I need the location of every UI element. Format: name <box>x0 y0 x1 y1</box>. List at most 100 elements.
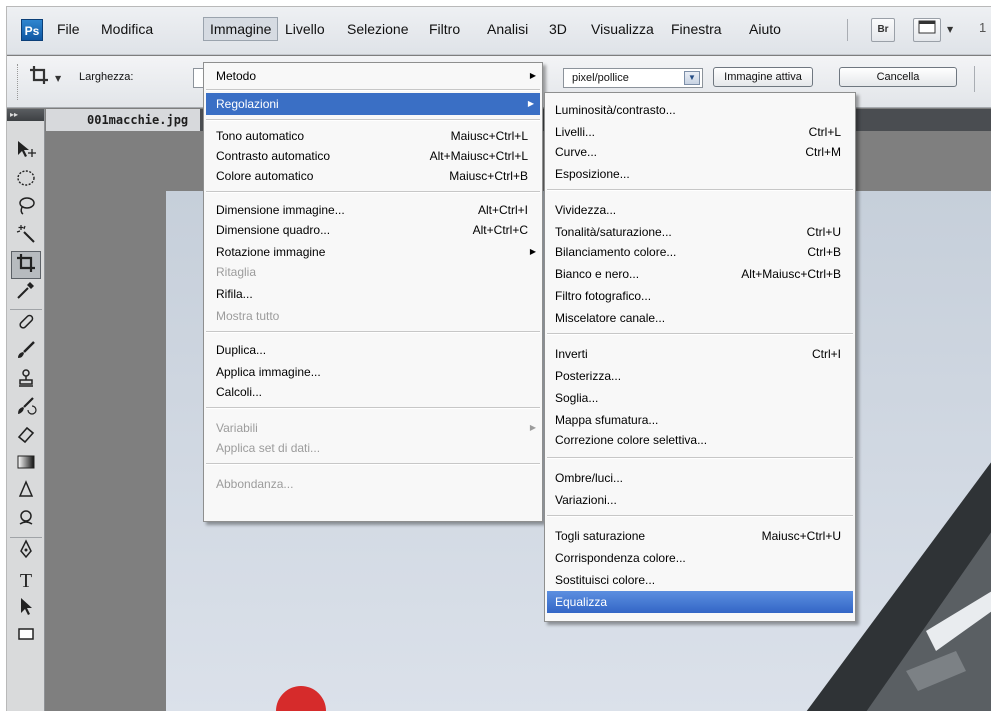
menu-item-livelli[interactable]: Livelli... Ctrl+L <box>545 121 855 143</box>
menu-immagine[interactable]: Immagine <box>203 17 279 41</box>
menu-item-curve[interactable]: Curve... Ctrl+M <box>545 141 855 163</box>
menu-modifica[interactable]: Modifica <box>95 17 159 41</box>
menu-item-shortcut: Maiusc+Ctrl+L <box>450 129 528 143</box>
menu-item-rifila[interactable]: Rifila... <box>204 283 542 305</box>
menu-file[interactable]: File <box>51 17 86 41</box>
menu-aiuto[interactable]: Aiuto <box>743 17 787 41</box>
front-image-button[interactable]: Immagine attiva <box>713 67 813 87</box>
menu-item-tono-automatico[interactable]: Tono automatico Maiusc+Ctrl+L <box>204 125 542 147</box>
bridge-button[interactable]: Br <box>871 18 895 42</box>
menu-filtro[interactable]: Filtro <box>423 17 466 41</box>
options-bar-grip[interactable] <box>17 64 20 100</box>
eraser-icon[interactable] <box>11 423 41 451</box>
menu-item-calcoli[interactable]: Calcoli... <box>204 381 542 403</box>
pen-icon[interactable] <box>11 539 41 567</box>
history-brush-icon[interactable] <box>11 395 41 423</box>
menu-item-sostituisci-colore[interactable]: Sostituisci colore... <box>545 569 855 591</box>
menu-item-bianco-e-nero[interactable]: Bianco e nero... Alt+Maiusc+Ctrl+B <box>545 263 855 285</box>
menu-item-correzione-colore-selettiva[interactable]: Correzione colore selettiva... <box>545 429 855 451</box>
resolution-units-select[interactable]: pixel/pollice ▼ <box>563 68 703 88</box>
eyedropper-icon[interactable] <box>11 279 41 307</box>
lasso-icon[interactable] <box>11 195 41 223</box>
tools-panel-header[interactable]: ▸▸ <box>7 109 44 121</box>
menu-item-label: Variazioni... <box>555 493 617 507</box>
photoshop-window: Ps File Modifica Immagine Livello Selezi… <box>6 6 991 711</box>
chevron-down-icon[interactable]: ▼ <box>55 74 61 83</box>
menu-item-shortcut: Ctrl+U <box>806 225 841 239</box>
menu-item-rotazione-immagine[interactable]: Rotazione immagine ▶ <box>204 241 542 263</box>
blur-icon[interactable] <box>11 479 41 507</box>
photoshop-logo-icon[interactable]: Ps <box>21 19 43 41</box>
menu-item-soglia[interactable]: Soglia... <box>545 387 855 409</box>
menu-selezione[interactable]: Selezione <box>341 17 415 41</box>
menu-item-label: Abbondanza... <box>216 477 294 491</box>
menu-item-regolazioni[interactable]: Regolazioni ▶ <box>206 93 540 115</box>
dodge-icon[interactable] <box>11 507 41 535</box>
menu-item-mostra-tutto: Mostra tutto <box>204 305 542 327</box>
clear-button[interactable]: Cancella <box>839 67 957 87</box>
rectangle-shape-icon[interactable] <box>11 623 41 651</box>
menu-item-label: Dimensione quadro... <box>216 223 331 237</box>
menu-item-miscelatore-canale[interactable]: Miscelatore canale... <box>545 307 855 329</box>
menu-item-ombre-luci[interactable]: Ombre/luci... <box>545 467 855 489</box>
move-icon[interactable] <box>11 139 41 167</box>
menu-item-label: Rifila... <box>216 287 253 301</box>
crop-icon[interactable] <box>11 251 41 279</box>
elliptical-marquee-icon[interactable] <box>11 167 41 195</box>
menu-item-colore-automatico[interactable]: Colore automatico Maiusc+Ctrl+B <box>204 165 542 187</box>
menu-item-inverti[interactable]: Inverti Ctrl+I <box>545 343 855 365</box>
menu-finestra[interactable]: Finestra <box>665 17 728 41</box>
menu-item-label: Inverti <box>555 347 588 361</box>
menu-item-corrispondenza-colore[interactable]: Corrispondenza colore... <box>545 547 855 569</box>
path-selection-icon[interactable] <box>11 595 41 623</box>
type-icon[interactable]: T <box>11 567 41 595</box>
menu-analisi[interactable]: Analisi <box>481 17 534 41</box>
menu-separator <box>206 463 540 465</box>
brush-icon[interactable] <box>11 339 41 367</box>
clone-stamp-icon[interactable] <box>11 367 41 395</box>
menu-item-variabili: Variabili ▶ <box>204 417 542 439</box>
menu-item-dimensione-quadro[interactable]: Dimensione quadro... Alt+Ctrl+C <box>204 219 542 241</box>
menu-item-label: Variabili <box>216 421 258 435</box>
menu-3d[interactable]: 3D <box>543 17 573 41</box>
menu-item-label: Esposizione... <box>555 167 630 181</box>
options-bar-divider <box>974 66 975 92</box>
menu-item-label: Luminosità/contrasto... <box>555 103 676 117</box>
healing-brush-icon[interactable] <box>11 311 41 339</box>
menu-item-esposizione[interactable]: Esposizione... <box>545 163 855 185</box>
menu-item-dimensione-immagine[interactable]: Dimensione immagine... Alt+Ctrl+I <box>204 199 542 221</box>
document-tab[interactable]: 001macchie.jpg <box>46 109 201 131</box>
menu-item-mappa-sfumatura[interactable]: Mappa sfumatura... <box>545 409 855 431</box>
menu-item-togli-saturazione[interactable]: Togli saturazione Maiusc+Ctrl+U <box>545 525 855 547</box>
menu-item-tonalita-saturazione[interactable]: Tonalità/saturazione... Ctrl+U <box>545 221 855 243</box>
menu-item-applica-immagine[interactable]: Applica immagine... <box>204 361 542 383</box>
menu-item-shortcut: Ctrl+L <box>808 125 841 139</box>
chevron-down-icon[interactable]: ▼ <box>947 25 953 34</box>
menu-item-label: Correzione colore selettiva... <box>555 433 708 447</box>
menu-item-label: Contrasto automatico <box>216 149 331 163</box>
chevron-down-icon[interactable]: ▼ <box>684 71 700 85</box>
gradient-icon[interactable] <box>11 451 41 479</box>
menu-item-label: Applica immagine... <box>216 365 321 379</box>
crop-tool-preset-icon[interactable] <box>29 64 49 91</box>
menu-item-variazioni[interactable]: Variazioni... <box>545 489 855 511</box>
menu-item-metodo[interactable]: Metodo ▶ <box>204 65 542 87</box>
menu-visualizza[interactable]: Visualizza <box>585 17 660 41</box>
menu-item-posterizza[interactable]: Posterizza... <box>545 365 855 387</box>
menu-item-equalizza[interactable]: Equalizza <box>547 591 853 613</box>
menu-item-bilanciamento-colore[interactable]: Bilanciamento colore... Ctrl+B <box>545 241 855 263</box>
menu-item-label: Filtro fotografico... <box>555 289 652 303</box>
menu-item-label: Calcoli... <box>216 385 263 399</box>
menu-item-duplica[interactable]: Duplica... <box>204 339 542 361</box>
menu-item-vividezza[interactable]: Vividezza... <box>545 199 855 221</box>
menu-item-filtro-fotografico[interactable]: Filtro fotografico... <box>545 285 855 307</box>
menu-item-label: Tonalità/saturazione... <box>555 225 672 239</box>
menu-item-label: Soglia... <box>555 391 599 405</box>
menu-livello[interactable]: Livello <box>279 17 331 41</box>
menu-item-contrasto-automatico[interactable]: Contrasto automatico Alt+Maiusc+Ctrl+L <box>204 145 542 167</box>
magic-wand-icon[interactable] <box>11 223 41 251</box>
menu-item-shortcut: Maiusc+Ctrl+B <box>449 169 528 183</box>
menu-item-luminosita-contrasto[interactable]: Luminosità/contrasto... <box>545 99 855 121</box>
menu-separator <box>206 89 540 91</box>
screen-mode-button[interactable] <box>913 18 941 42</box>
